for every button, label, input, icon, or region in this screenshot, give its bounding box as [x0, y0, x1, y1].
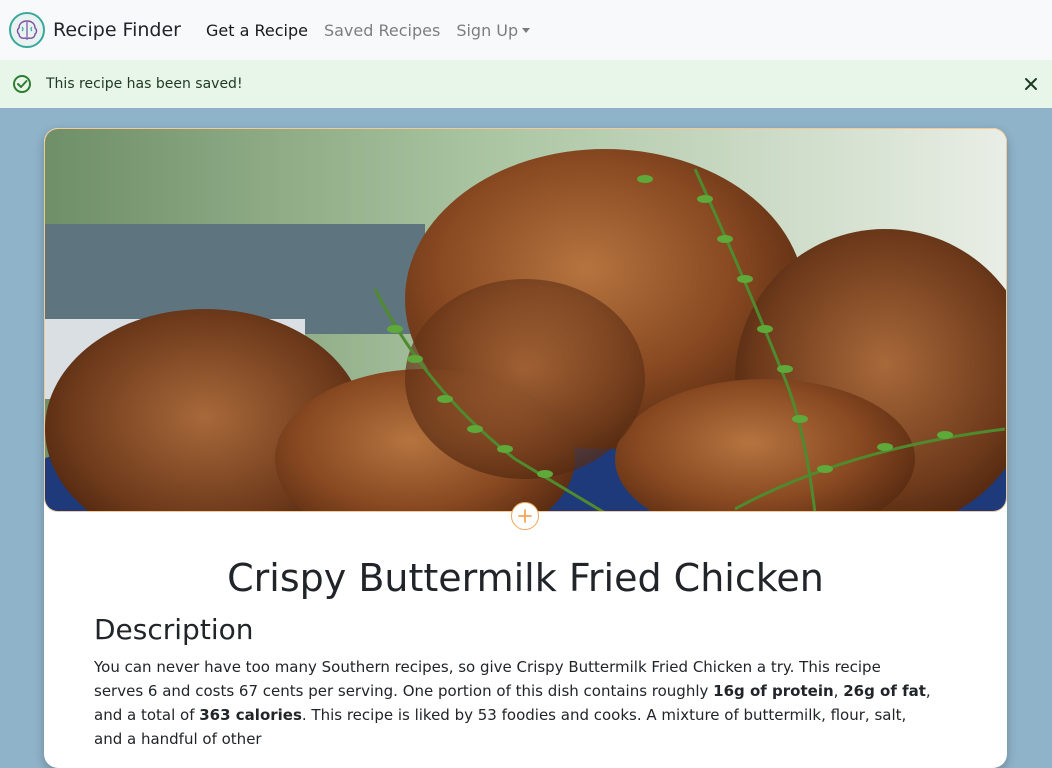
recipe-card: Crispy Buttermilk Fried Chicken Descript… — [44, 128, 1007, 768]
plus-icon — [518, 509, 532, 523]
brand-name: Recipe Finder — [53, 19, 181, 41]
fat-value: 26g of fat — [843, 682, 926, 700]
caret-down-icon — [522, 27, 531, 33]
description-heading: Description — [94, 613, 254, 646]
nav-get-a-recipe[interactable]: Get a Recipe — [206, 21, 308, 40]
alert-close-button[interactable] — [1020, 73, 1042, 95]
brain-logo-icon — [9, 12, 45, 48]
save-recipe-button[interactable] — [511, 502, 539, 530]
protein-value: 16g of protein — [713, 682, 834, 700]
calories-value: 363 calories — [199, 706, 302, 724]
navbar: Recipe Finder Get a Recipe Saved Recipes… — [0, 0, 1052, 60]
close-icon — [1025, 78, 1037, 90]
recipe-description: You can never have too many Southern rec… — [94, 655, 934, 751]
brand[interactable]: Recipe Finder — [9, 12, 181, 48]
recipe-image — [44, 128, 1007, 512]
nav-saved-recipes[interactable]: Saved Recipes — [324, 21, 440, 40]
success-alert: This recipe has been saved! — [0, 60, 1052, 108]
check-circle-icon — [13, 75, 31, 93]
alert-message: This recipe has been saved! — [46, 76, 243, 92]
nav-links: Get a Recipe Saved Recipes Sign Up — [206, 21, 546, 40]
nav-sign-up-label: Sign Up — [456, 20, 519, 40]
description-separator: , — [833, 682, 844, 700]
nav-sign-up-dropdown[interactable]: Sign Up — [456, 20, 531, 40]
recipe-title: Crispy Buttermilk Fried Chicken — [227, 556, 824, 600]
